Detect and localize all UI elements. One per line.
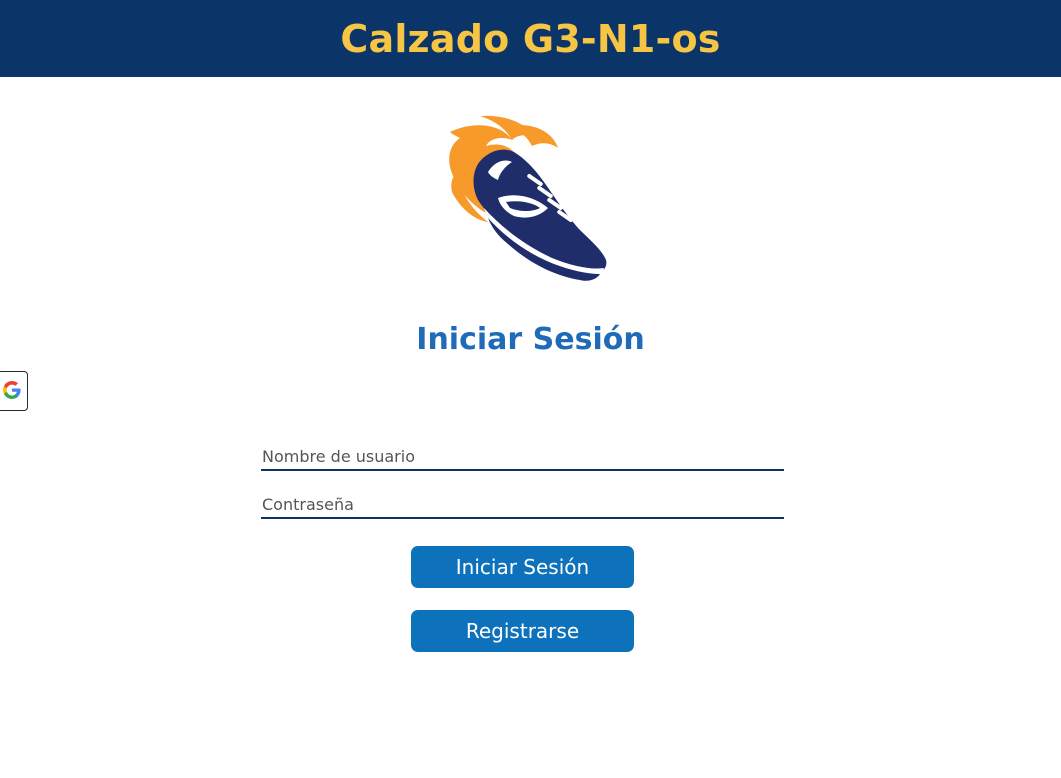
page-title: Iniciar Sesión (416, 322, 645, 357)
flaming-sneaker-icon (440, 112, 610, 282)
google-icon (3, 380, 21, 402)
register-button[interactable]: Registrarse (411, 610, 634, 652)
password-field (261, 491, 785, 519)
login-button[interactable]: Iniciar Sesión (411, 546, 634, 588)
username-field (261, 443, 785, 471)
google-sign-in-button[interactable] (0, 371, 28, 411)
app-header: Calzado G3-N1-os (0, 0, 1061, 77)
username-input[interactable] (261, 443, 785, 469)
app-title: Calzado G3-N1-os (340, 16, 721, 61)
password-input[interactable] (261, 491, 785, 517)
